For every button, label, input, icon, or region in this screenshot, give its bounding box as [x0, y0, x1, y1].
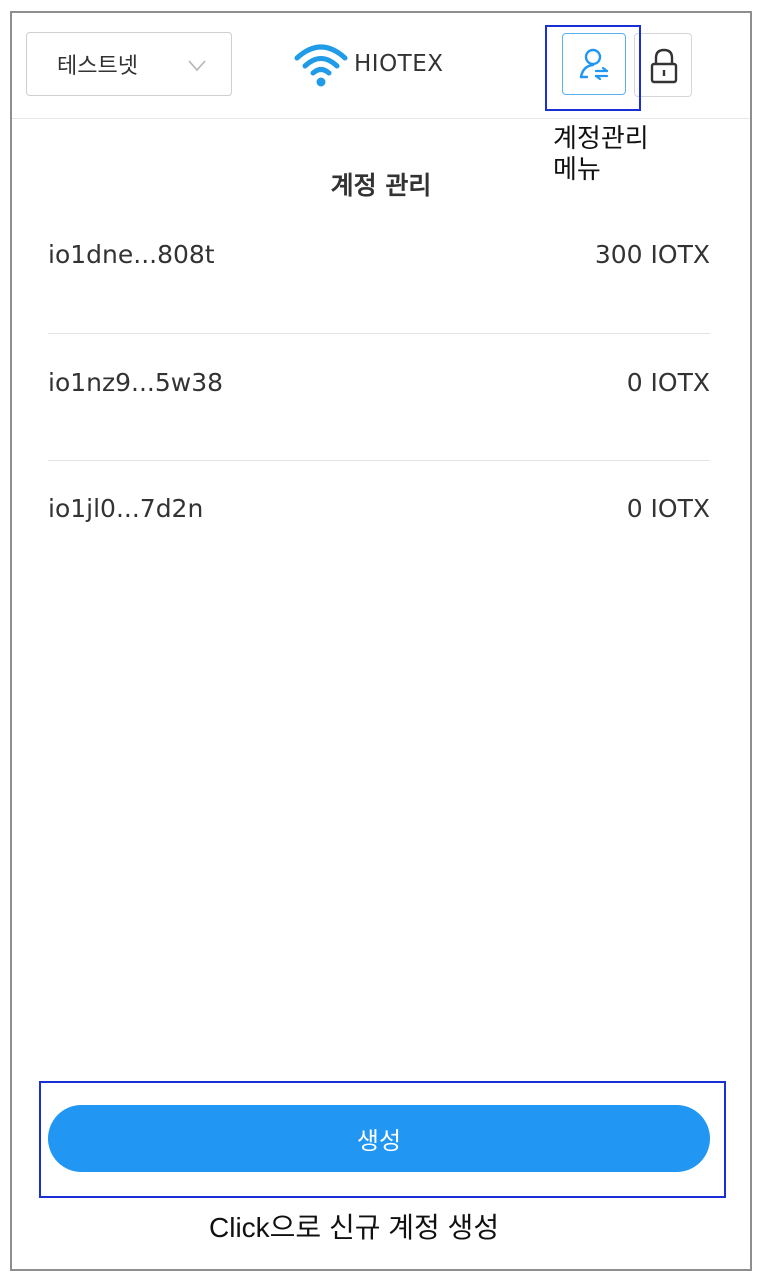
account-row[interactable]: io1dne...808t 300 IOTX [48, 220, 710, 334]
annotation-line-1: 계정관리 [553, 123, 649, 153]
logo-text: HIOTEX [354, 51, 444, 77]
account-address: io1nz9...5w38 [48, 368, 224, 397]
account-balance: 0 IOTX [626, 494, 710, 523]
create-hint-annotation: Click으로 신규 계정 생성 [209, 1212, 500, 1243]
account-row[interactable]: io1nz9...5w38 0 IOTX [48, 334, 710, 461]
chevron-down-icon [188, 60, 206, 72]
create-account-button[interactable]: 생성 [48, 1105, 710, 1172]
account-balance: 300 IOTX [594, 240, 710, 269]
account-menu-highlight [545, 25, 641, 111]
network-label: 테스트넷 [57, 54, 138, 79]
network-select[interactable]: 테스트넷 [26, 32, 232, 96]
account-balance: 0 IOTX [626, 368, 710, 397]
logo: HIOTEX [294, 41, 444, 87]
page-title: 계정 관리 [330, 171, 432, 200]
account-address: io1dne...808t [48, 240, 215, 269]
wifi-logo-icon [294, 44, 348, 87]
lock-icon [650, 48, 678, 84]
account-address: io1jl0...7d2n [48, 494, 204, 523]
account-row[interactable]: io1jl0...7d2n 0 IOTX [48, 461, 710, 571]
lock-button[interactable] [634, 33, 692, 97]
